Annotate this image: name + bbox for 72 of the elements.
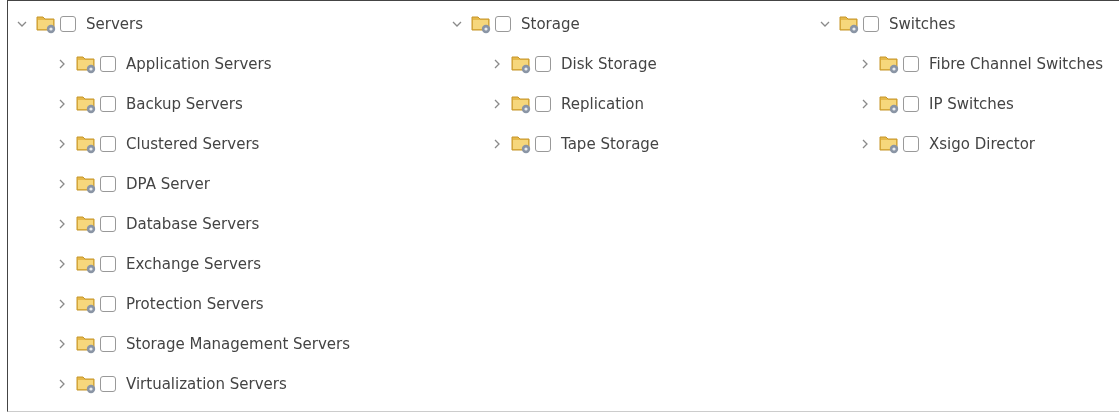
checkbox[interactable] (903, 56, 919, 72)
checkbox[interactable] (100, 336, 116, 352)
tree-item-label[interactable]: Database Servers (126, 215, 260, 233)
tree-item-label[interactable]: Switches (889, 15, 956, 33)
folder-gear-icon (879, 54, 901, 74)
folder-gear-icon (511, 134, 533, 154)
caret-icon[interactable] (492, 99, 502, 109)
caret-icon[interactable] (17, 19, 27, 29)
tree-item-label[interactable]: Tape Storage (561, 135, 660, 153)
tree-item-label[interactable]: Replication (561, 95, 644, 113)
tree-item-label[interactable]: Storage (521, 15, 580, 33)
caret-icon[interactable] (57, 219, 67, 229)
folder-gear-icon (76, 174, 98, 194)
folder-gear-icon (511, 94, 533, 114)
checkbox[interactable] (100, 216, 116, 232)
tree-item-label[interactable]: Storage Management Servers (126, 335, 351, 353)
caret-icon[interactable] (57, 179, 67, 189)
tree-item-label[interactable]: Virtualization Servers (126, 375, 287, 393)
checkbox[interactable] (100, 256, 116, 272)
tree-item-label[interactable]: Servers (86, 15, 143, 33)
folder-gear-icon (36, 14, 58, 34)
caret-icon[interactable] (57, 99, 67, 109)
checkbox[interactable] (100, 136, 116, 152)
checkbox[interactable] (100, 376, 116, 392)
checkbox[interactable] (903, 136, 919, 152)
folder-gear-icon (76, 334, 98, 354)
folder-gear-icon (76, 94, 98, 114)
caret-icon[interactable] (57, 379, 67, 389)
caret-icon[interactable] (57, 339, 67, 349)
tree-item-label[interactable]: Disk Storage (561, 55, 657, 73)
folder-gear-icon (471, 14, 493, 34)
checkbox[interactable] (100, 96, 116, 112)
caret-icon[interactable] (57, 59, 67, 69)
folder-gear-icon (511, 54, 533, 74)
checkbox[interactable] (535, 96, 551, 112)
folder-gear-icon (839, 14, 861, 34)
folder-gear-icon (76, 254, 98, 274)
caret-icon[interactable] (57, 259, 67, 269)
checkbox[interactable] (535, 136, 551, 152)
tree-item-label[interactable]: DPA Server (126, 175, 210, 193)
caret-icon[interactable] (57, 139, 67, 149)
checkbox[interactable] (495, 16, 511, 32)
folder-gear-icon (76, 374, 98, 394)
caret-icon[interactable] (492, 139, 502, 149)
tree-item-label[interactable]: Backup Servers (126, 95, 243, 113)
folder-gear-icon (76, 54, 98, 74)
tree-item-label[interactable]: IP Switches (929, 95, 1014, 113)
folder-gear-icon (879, 134, 901, 154)
checkbox[interactable] (60, 16, 76, 32)
folder-gear-icon (76, 134, 98, 154)
caret-icon[interactable] (820, 19, 830, 29)
tree-item-label[interactable]: Application Servers (126, 55, 272, 73)
caret-icon[interactable] (57, 299, 67, 309)
checkbox[interactable] (100, 56, 116, 72)
folder-gear-icon (879, 94, 901, 114)
caret-icon[interactable] (452, 19, 462, 29)
checkbox[interactable] (863, 16, 879, 32)
tree-item-label[interactable]: Xsigo Director (929, 135, 1035, 153)
checkbox[interactable] (100, 296, 116, 312)
checkbox[interactable] (535, 56, 551, 72)
checkbox[interactable] (903, 96, 919, 112)
folder-gear-icon (76, 214, 98, 234)
tree-item-label[interactable]: Protection Servers (126, 295, 264, 313)
caret-icon[interactable] (492, 59, 502, 69)
tree-item-label[interactable]: Clustered Servers (126, 135, 260, 153)
tree-item-label[interactable]: Fibre Channel Switches (929, 55, 1104, 73)
caret-icon[interactable] (860, 139, 870, 149)
caret-icon[interactable] (860, 59, 870, 69)
tree-item-label[interactable]: Exchange Servers (126, 255, 262, 273)
folder-gear-icon (76, 294, 98, 314)
caret-icon[interactable] (860, 99, 870, 109)
checkbox[interactable] (100, 176, 116, 192)
